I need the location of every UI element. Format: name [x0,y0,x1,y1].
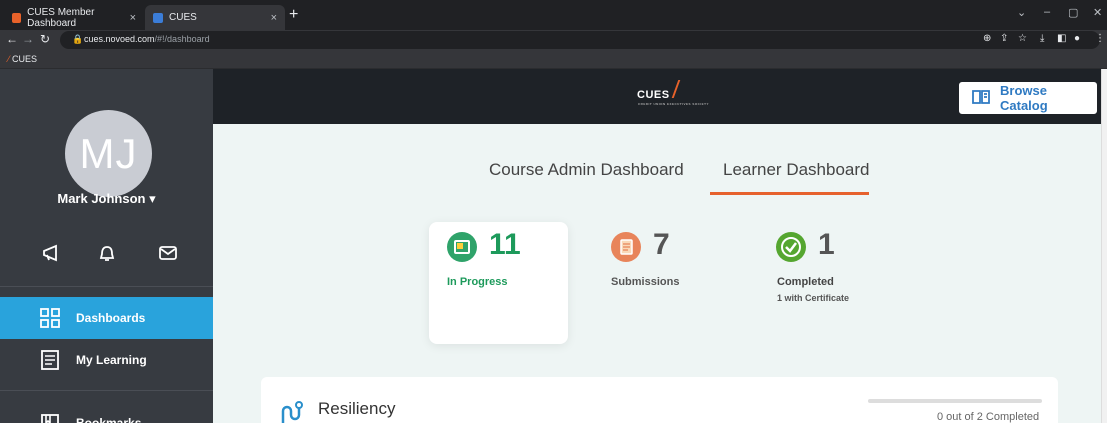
course-title[interactable]: Resiliency [318,399,395,419]
tab-cues[interactable]: CUES × [145,5,285,30]
course-card-resiliency[interactable]: Resiliency 0 out of 2 Completed [261,377,1058,437]
course-progress-bar [868,399,1042,403]
favicon-icon [153,12,163,23]
check-circle-icon [776,232,806,262]
sidebar-item-label: Bookmarks [76,416,142,430]
tab-course-admin-dashboard[interactable]: Course Admin Dashboard [489,160,684,180]
bookmark-icon [41,414,59,432]
star-icon[interactable]: ☆ [1018,33,1027,44]
divider [0,390,213,391]
grid-icon [40,308,60,328]
tab-label: CUES Member Dashboard [27,6,95,29]
completed-label: Completed [777,276,834,288]
share-icon[interactable]: ⇪ [1000,33,1008,44]
close-icon[interactable]: × [271,12,277,24]
menu-icon[interactable]: ⋮ [1095,33,1105,44]
bookmarks-bar: ⁄ CUES [0,50,1107,69]
url-text: cues.novoed.com/#!/dashboard [84,34,210,44]
submissions-icon [611,232,641,262]
active-tab-indicator [710,192,869,195]
profile-icon[interactable]: ● [1074,33,1080,44]
submissions-label: Submissions [611,276,680,288]
forward-icon[interactable]: → [22,32,34,46]
cues-logo[interactable]: CUES CREDIT UNION EXECUTIVES SOCIETY [637,80,709,106]
browse-catalog-button[interactable]: Browse Catalog [959,82,1097,114]
tab-search-icon[interactable]: ⌄ [1017,6,1026,19]
close-window-button[interactable]: ✕ [1093,6,1102,19]
logo-swoosh-icon [665,80,681,98]
favicon-icon [12,12,22,23]
course-progress-text: 0 out of 2 Completed [937,411,1040,423]
download-icon[interactable]: ⤓ [1040,33,1044,44]
bookmark-cues[interactable]: ⁄ CUES [8,54,37,64]
document-icon [41,350,59,370]
sidebar-item-my-learning[interactable]: My Learning [0,339,213,381]
tab-learner-dashboard[interactable]: Learner Dashboard [723,160,869,180]
side-panel-icon[interactable]: ◧ [1057,33,1066,44]
course-path-icon [279,401,303,423]
main-content: Course Admin Dashboard Learner Dashboard… [213,124,1107,437]
address-bar-row: ← → ↻ 🔒 cues.novoed.com/#!/dashboard ⊕ ⇪… [0,30,1107,50]
megaphone-icon[interactable] [42,244,62,268]
tab-label: CUES [169,12,197,23]
sidebar-item-dashboards[interactable]: Dashboards [0,297,213,339]
in-progress-label: In Progress [447,276,508,288]
notification-icons [0,244,213,284]
submissions-count: 7 [653,228,670,261]
avatar[interactable]: MJ [65,110,152,197]
book-icon [972,89,990,108]
zoom-icon[interactable]: ⊕ [983,33,991,44]
browse-catalog-label: Browse Catalog [1000,83,1048,113]
sidebar-item-bookmarks[interactable]: Bookmarks [0,402,213,444]
tab-cues-member-dashboard[interactable]: CUES Member Dashboard × [4,5,144,30]
url-input[interactable] [60,31,1100,49]
browser-tab-strip: CUES Member Dashboard × CUES × + ⌄ – ▢ ✕ [0,0,1107,30]
completed-count: 1 [818,228,835,261]
bell-icon[interactable] [97,244,117,270]
user-menu[interactable]: Mark Johnson ▾ [0,191,213,207]
certificate-count: 1 with Certificate [777,293,850,303]
new-tab-button[interactable]: + [289,6,298,24]
lock-icon[interactable]: 🔒 [72,34,83,45]
close-icon[interactable]: × [130,12,136,24]
reload-icon[interactable]: ↻ [40,32,50,46]
sidebar-item-label: Dashboards [76,311,146,325]
maximize-button[interactable]: ▢ [1068,6,1078,19]
back-icon[interactable]: ← [6,32,18,46]
top-header: CUES CREDIT UNION EXECUTIVES SOCIETY Bro… [213,69,1107,124]
divider [0,286,213,287]
sidebar: MJ Mark Johnson ▾ Dashboards My Learning… [0,69,213,432]
in-progress-count: 11 [489,228,521,261]
minimize-button[interactable]: – [1044,6,1050,18]
mail-icon[interactable] [158,244,178,267]
scrollbar[interactable] [1101,69,1107,423]
sidebar-item-label: My Learning [76,353,147,367]
in-progress-icon [447,232,477,262]
